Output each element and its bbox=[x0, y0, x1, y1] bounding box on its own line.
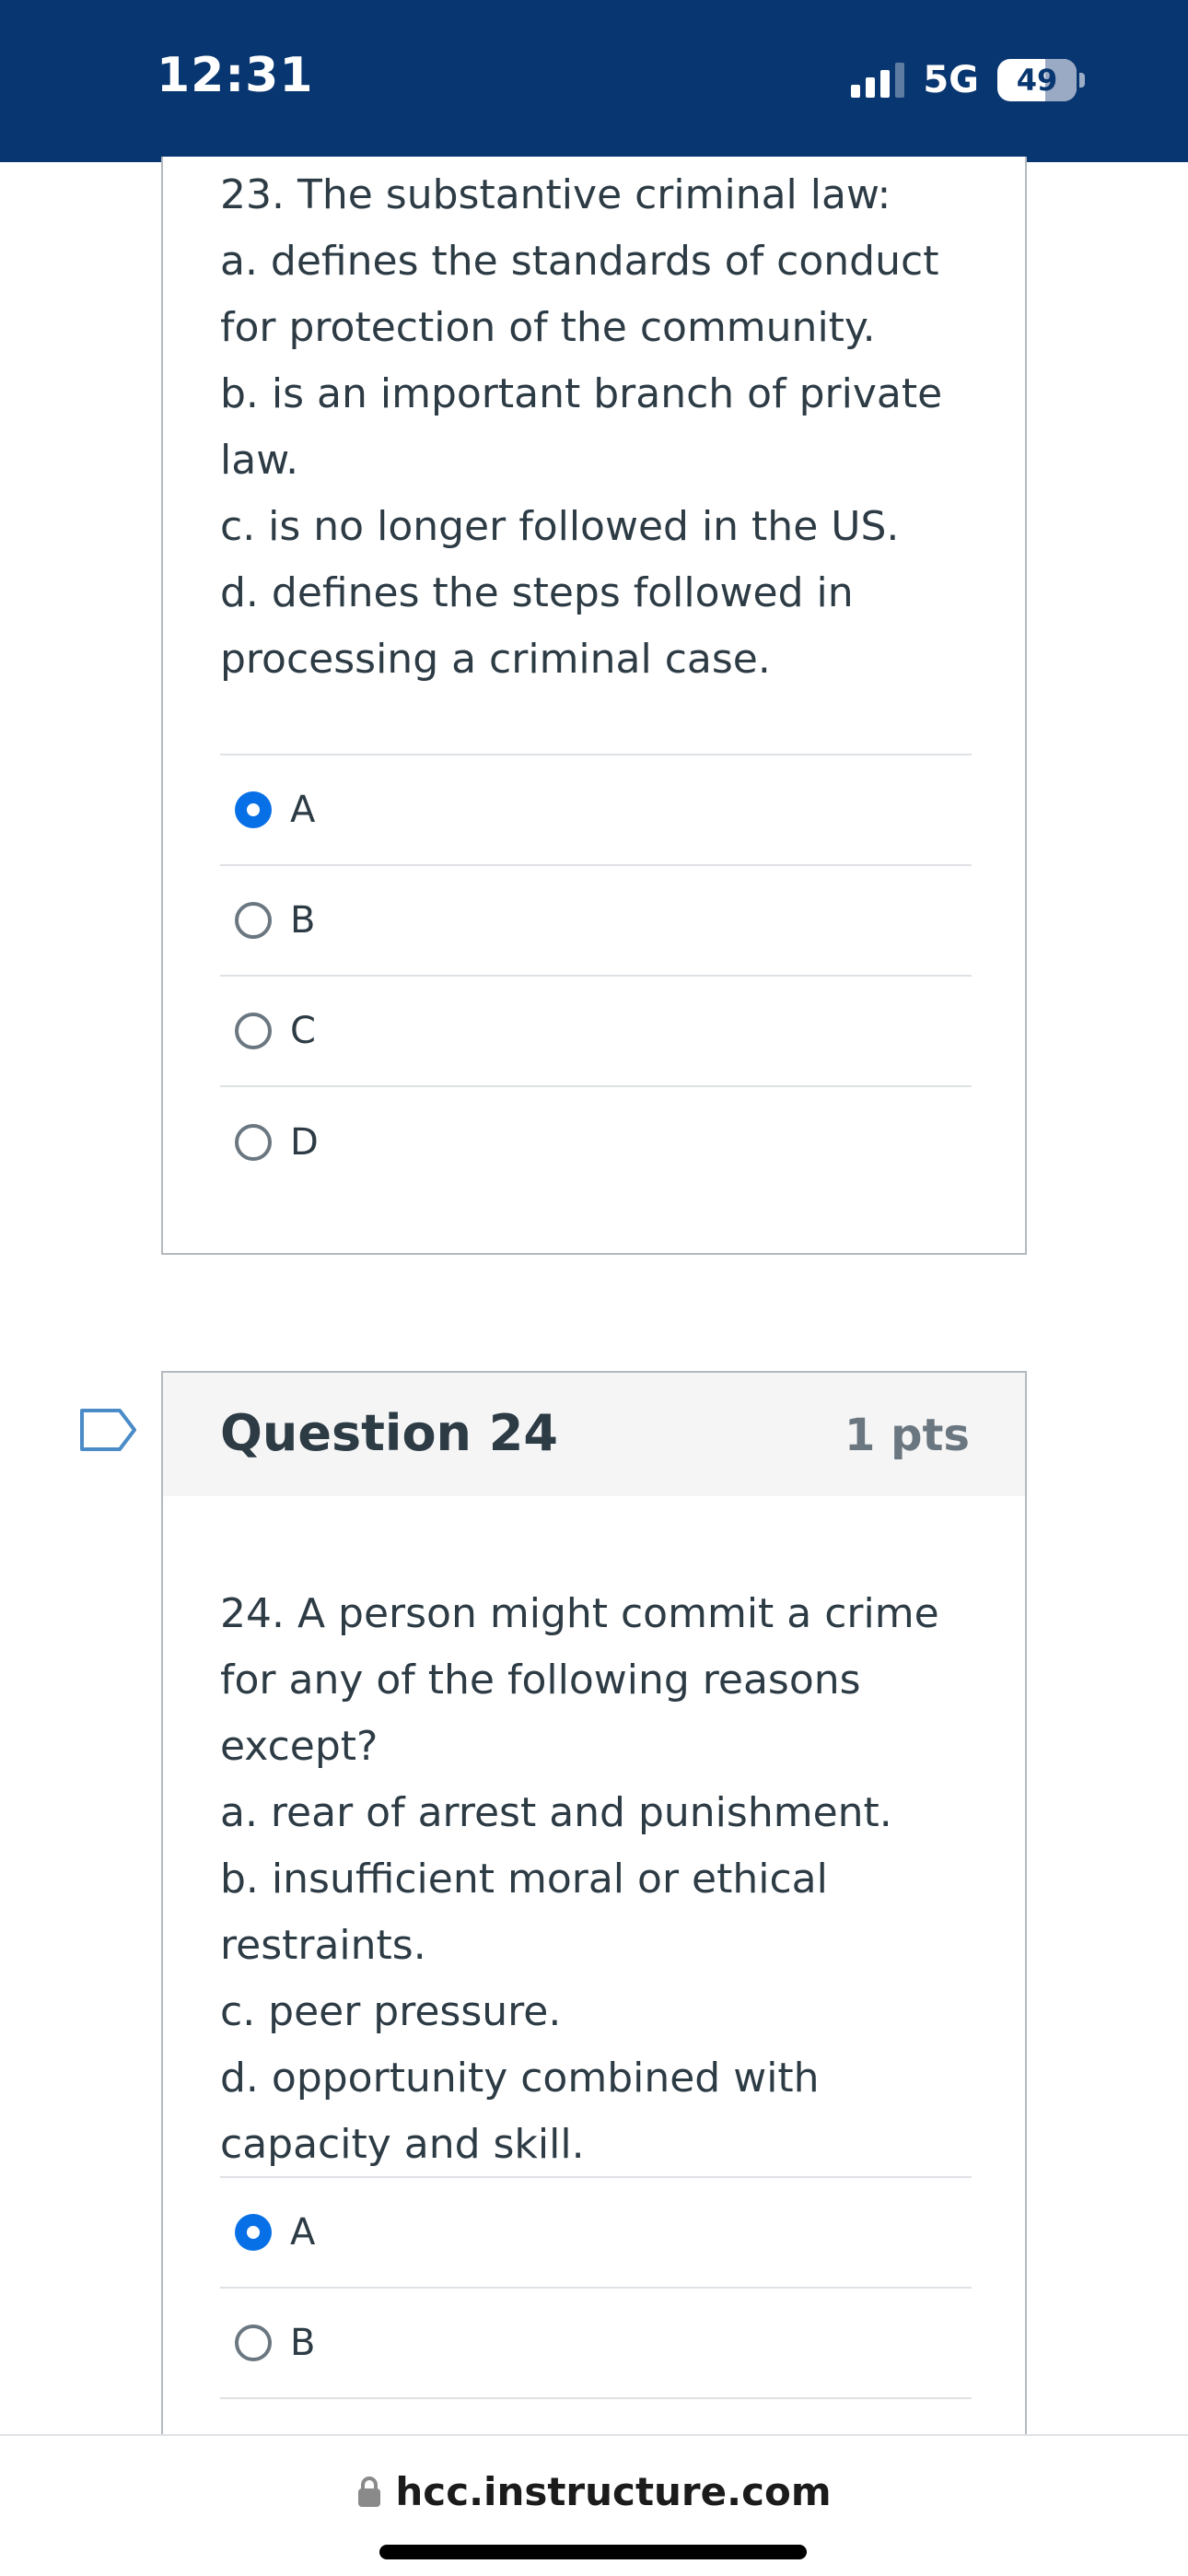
question-title: Question 24 bbox=[220, 1404, 558, 1462]
lock-icon bbox=[358, 2476, 381, 2507]
question-line: c. is no longer followed in the US. bbox=[220, 503, 900, 550]
flag-question-icon[interactable] bbox=[79, 1408, 138, 1452]
question-23-text: 23. The substantive criminal law: a. def… bbox=[220, 162, 984, 693]
question-23-answers: A B C D bbox=[220, 754, 972, 1198]
answer-label: A bbox=[290, 2211, 316, 2254]
browser-bottom-bar: hcc.instructure.com bbox=[0, 2434, 1188, 2576]
answer-option-d[interactable]: D bbox=[220, 1087, 972, 1198]
question-line: c. peer pressure. bbox=[220, 1988, 562, 2035]
home-indicator[interactable] bbox=[379, 2545, 807, 2559]
question-24-card: 24. A person might commit a crime for an… bbox=[161, 1496, 1027, 2436]
question-24-answers: A B bbox=[220, 2176, 972, 2399]
status-bar: 12:31 5G 49 bbox=[0, 0, 1188, 162]
answer-label: D bbox=[290, 1121, 319, 1164]
question-line: a. rear of arrest and punishment. bbox=[220, 1789, 892, 1836]
answer-option-b[interactable]: B bbox=[220, 2289, 972, 2399]
radio-icon[interactable] bbox=[235, 1124, 272, 1161]
radio-selected-icon[interactable] bbox=[235, 2214, 272, 2251]
signal-icon bbox=[851, 63, 905, 98]
answer-label: C bbox=[290, 1010, 316, 1052]
question-line: b. insufficient moral or ethical restrai… bbox=[220, 1856, 828, 1969]
question-line: d. opportunity combined with capacity an… bbox=[220, 2055, 820, 2168]
question-points: 1 pts bbox=[844, 1410, 970, 1461]
question-line: b. is an important branch of private law… bbox=[220, 370, 943, 484]
answer-option-a[interactable]: A bbox=[220, 2178, 972, 2289]
answer-option-b[interactable]: B bbox=[220, 866, 972, 977]
battery-icon: 49 bbox=[997, 59, 1085, 101]
status-time: 12:31 bbox=[157, 48, 314, 103]
answer-option-c[interactable]: C bbox=[220, 977, 972, 1087]
question-line: d. defines the steps followed in process… bbox=[220, 569, 854, 683]
radio-icon[interactable] bbox=[235, 1013, 272, 1049]
question-line: 23. The substantive criminal law: bbox=[220, 171, 891, 218]
radio-selected-icon[interactable] bbox=[235, 791, 272, 828]
question-line: 24. A person might commit a crime for an… bbox=[220, 1590, 939, 1770]
battery-level: 49 bbox=[1016, 63, 1058, 98]
network-type: 5G bbox=[923, 59, 979, 101]
address-bar[interactable]: hcc.instructure.com bbox=[0, 2469, 1188, 2514]
answer-option-a[interactable]: A bbox=[220, 755, 972, 866]
answer-label: B bbox=[290, 2322, 316, 2364]
question-24-text: 24. A person might commit a crime for an… bbox=[220, 1581, 984, 2178]
answer-label: B bbox=[290, 899, 316, 942]
radio-icon[interactable] bbox=[235, 2324, 272, 2361]
question-24-header: Question 24 1 pts bbox=[161, 1371, 1027, 1498]
question-23-card: 23. The substantive criminal law: a. def… bbox=[161, 157, 1027, 1255]
answer-label: A bbox=[290, 789, 316, 831]
url-text: hcc.instructure.com bbox=[395, 2469, 832, 2514]
question-line: a. defines the standards of conduct for … bbox=[220, 238, 939, 351]
status-indicators: 5G 49 bbox=[851, 59, 1085, 101]
radio-icon[interactable] bbox=[235, 902, 272, 939]
